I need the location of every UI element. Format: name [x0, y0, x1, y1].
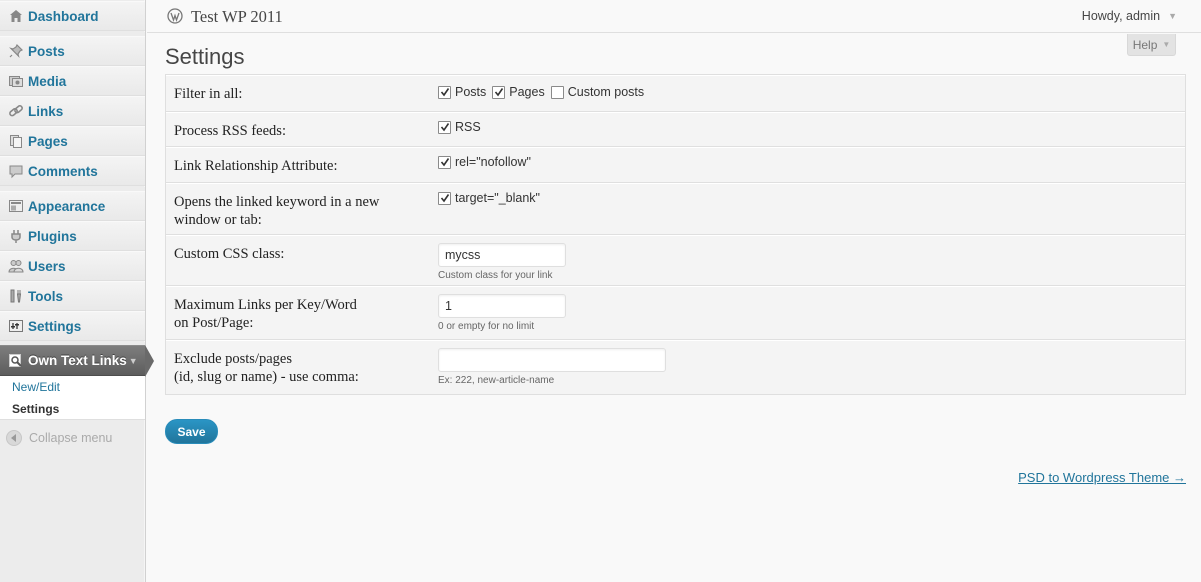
help-tab[interactable]: Help ▼ — [1127, 34, 1176, 56]
sidebar-item-label: Comments — [28, 163, 98, 179]
table-row: Opens the linked keyword in a new window… — [166, 183, 1185, 235]
footer-theme-link[interactable]: PSD to Wordpress Theme → — [1018, 470, 1186, 485]
row-label: Exclude posts/pages (id, slug or name) -… — [174, 350, 414, 386]
sidebar-item-label: Settings — [28, 318, 82, 334]
howdy-label: Howdy, admin — [1081, 9, 1161, 23]
chevron-down-icon: ▼ — [1162, 40, 1171, 49]
magnifier-icon — [0, 353, 28, 369]
checkbox-label: Pages — [509, 85, 545, 99]
row-label: Filter in all: — [174, 86, 243, 102]
pages-icon — [0, 133, 28, 149]
field-description: Ex: 222, new-article-name — [438, 375, 555, 386]
sidebar-item-media[interactable]: Media — [0, 66, 145, 96]
exclude-input[interactable] — [438, 348, 666, 372]
css-class-input[interactable] — [438, 243, 566, 267]
users-icon — [0, 258, 28, 274]
checkbox-label: Posts — [455, 85, 487, 99]
sidebar-item-label: Links — [28, 103, 64, 119]
sidebar-item-plugins[interactable]: Plugins — [0, 221, 145, 251]
current-menu-arrow — [145, 345, 154, 377]
max-links-input[interactable] — [438, 294, 566, 318]
pages-checkbox[interactable] — [492, 85, 506, 99]
sidebar-item-label: Media — [28, 73, 67, 89]
site-title[interactable]: Test WP 2011 — [191, 7, 283, 27]
dashboard-icon — [0, 8, 28, 24]
save-button[interactable]: Save — [165, 419, 218, 444]
row-label-line: window or tab: — [174, 212, 262, 228]
sidebar-item-label: Appearance — [28, 198, 106, 214]
field-description: Custom class for your link — [438, 270, 553, 281]
checkbox-label: target="_blank" — [455, 191, 540, 205]
table-row: Link Relationship Attribute: rel="nofoll… — [166, 147, 1185, 183]
help-label: Help — [1132, 37, 1158, 52]
tools-icon — [0, 288, 28, 304]
media-icon — [0, 73, 28, 89]
admin-header: Test WP 2011 Howdy, admin ▼ — [147, 0, 1201, 33]
row-label-line: Exclude posts/pages — [174, 351, 292, 367]
chevron-down-icon: ▼ — [128, 355, 138, 366]
checkbox-label: Custom posts — [567, 85, 645, 99]
sidebar-item-links[interactable]: Links — [0, 96, 145, 126]
row-label-line: Maximum Links per Key/Word — [174, 297, 357, 313]
settings-icon — [0, 318, 28, 334]
collapse-menu-button[interactable]: Collapse menu — [6, 430, 112, 446]
sidebar-item-comments[interactable]: Comments — [0, 156, 145, 186]
checkbox-label: rel="nofollow" — [455, 155, 531, 169]
sidebar-item-label: Plugins — [28, 228, 77, 244]
wordpress-logo-icon[interactable] — [167, 8, 183, 27]
posts-checkbox[interactable] — [438, 85, 451, 99]
user-menu[interactable]: Howdy, admin ▼ — [1082, 9, 1177, 23]
custom-posts-checkbox[interactable] — [550, 85, 564, 99]
sidebar-item-label: Posts — [28, 43, 65, 59]
table-row: Maximum Links per Key/Word on Post/Page:… — [166, 286, 1185, 340]
field-description: 0 or empty for no limit — [438, 321, 535, 332]
table-row: Process RSS feeds: RSS — [166, 112, 1185, 147]
sidebar-item-dashboard[interactable]: Dashboard — [0, 1, 145, 31]
table-row: Exclude posts/pages (id, slug or name) -… — [166, 340, 1185, 394]
nofollow-checkbox[interactable] — [438, 155, 451, 169]
table-row: Custom CSS class: Custom class for your … — [166, 235, 1185, 286]
sidebar-item-appearance[interactable]: Appearance — [0, 191, 145, 221]
checkbox-label: RSS — [455, 120, 481, 134]
speech-bubble-icon — [0, 163, 28, 179]
submenu: New/Edit Settings — [0, 376, 145, 420]
sidebar-item-tools[interactable]: Tools — [0, 281, 145, 311]
sidebar-item-posts[interactable]: Posts — [0, 36, 145, 66]
chain-link-icon — [0, 103, 28, 119]
appearance-icon — [0, 198, 28, 214]
row-label-line: Opens the linked keyword in a new — [174, 194, 380, 210]
page-title: Settings — [165, 44, 245, 69]
row-label: Custom CSS class: — [174, 246, 285, 262]
row-label: Process RSS feeds: — [174, 123, 286, 139]
plug-icon — [0, 228, 28, 244]
row-label: Link Relationship Attribute: — [174, 158, 338, 174]
sidebar-item-label: Own Text Links — [28, 353, 127, 368]
collapse-arrow-icon — [6, 430, 22, 446]
settings-form-table: Filter in all: Posts Pages Custom posts … — [165, 74, 1186, 395]
target-blank-checkbox[interactable] — [438, 191, 451, 205]
sidebar-item-label: Pages — [28, 133, 68, 149]
chevron-down-icon: ▼ — [1168, 11, 1177, 21]
collapse-menu-label: Collapse menu — [29, 431, 113, 445]
sidebar-item-pages[interactable]: Pages — [0, 126, 145, 156]
rss-checkbox[interactable] — [438, 120, 451, 134]
sidebar-item-own-text-links[interactable]: Own Text Links ▼ — [0, 345, 145, 376]
sidebar-item-label: Dashboard — [28, 8, 99, 24]
sidebar-item-label: Users — [28, 258, 66, 274]
pushpin-icon — [0, 43, 28, 59]
row-label-line: on Post/Page: — [174, 315, 254, 331]
row-label: Maximum Links per Key/Word on Post/Page: — [174, 296, 414, 332]
sidebar-item-users[interactable]: Users — [0, 251, 145, 281]
row-label-line: (id, slug or name) - use comma: — [174, 369, 359, 385]
table-row: Filter in all: Posts Pages Custom posts — [166, 75, 1185, 112]
row-label: Opens the linked keyword in a new window… — [174, 193, 414, 229]
submenu-item-settings[interactable]: Settings — [12, 402, 59, 416]
submenu-item-new-edit[interactable]: New/Edit — [12, 380, 60, 394]
sidebar-item-settings[interactable]: Settings — [0, 311, 145, 341]
sidebar-item-label: Tools — [28, 288, 63, 304]
